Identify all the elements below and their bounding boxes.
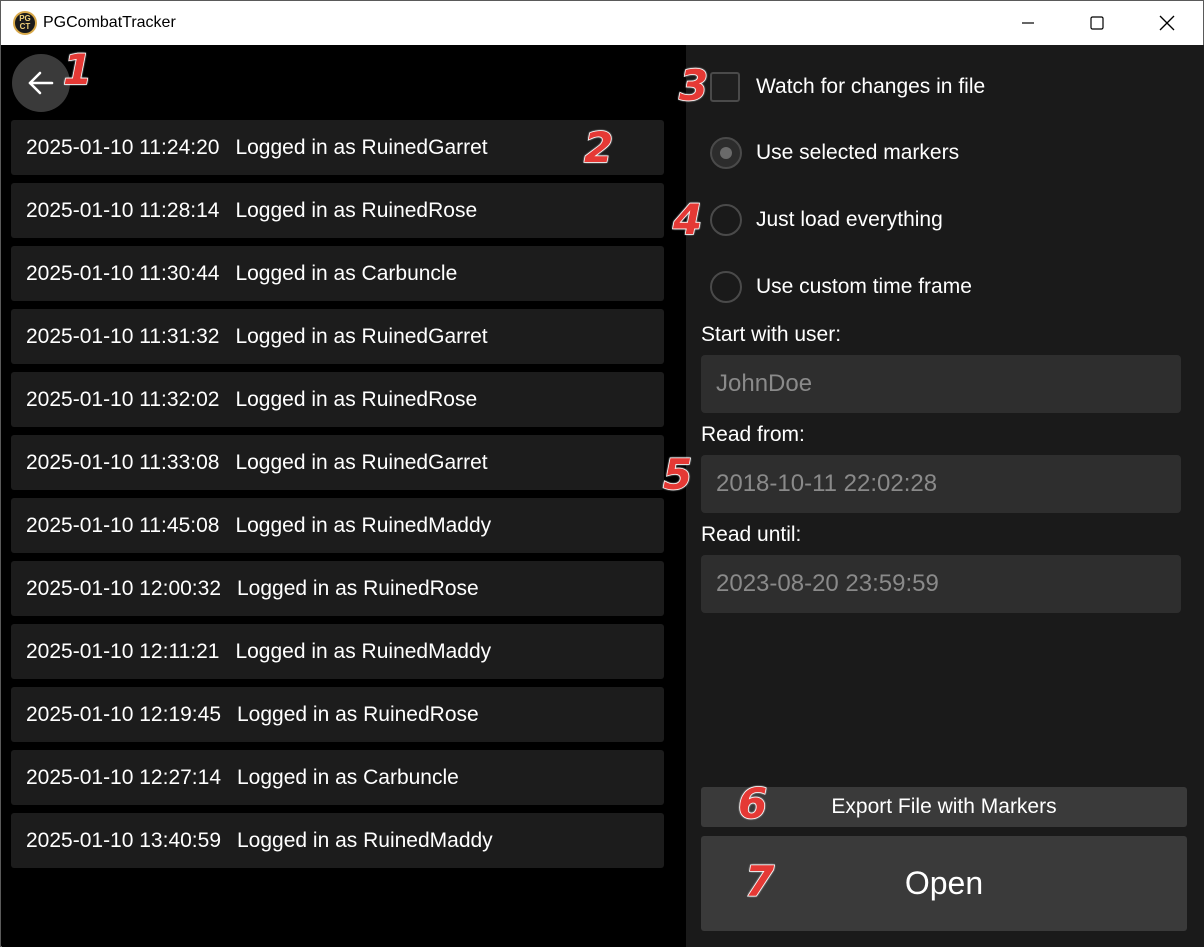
close-icon — [1159, 15, 1175, 31]
app-logo-icon: PG CT — [13, 11, 37, 35]
login-timestamp: 2025-01-10 11:28:14 — [26, 198, 220, 222]
open-label: Open — [904, 865, 984, 901]
annotation-number: 7 — [744, 857, 775, 906]
login-list-item[interactable]: 2025-01-10 12:00:32 Logged in as RuinedRo… — [11, 561, 664, 616]
login-timestamp: 2025-01-10 11:32:02 — [26, 387, 220, 411]
read-until-input[interactable] — [701, 555, 1181, 613]
annotation-number: 5 — [662, 450, 693, 499]
minimize-icon — [1022, 22, 1034, 24]
radio-custom-time-label: Use custom time frame — [756, 275, 972, 298]
login-text: Logged in as RuinedGarret — [235, 450, 488, 474]
annotation-number: 2 — [583, 123, 614, 172]
login-list-panel: 2025-01-10 11:24:20 Logged in as RuinedGa… — [2, 45, 686, 947]
login-text: Logged in as RuinedMaddy — [237, 828, 493, 852]
login-list-item[interactable]: 2025-01-10 12:27:14 Logged in as Carbuncl… — [11, 750, 664, 805]
login-text: Logged in as RuinedRose — [235, 387, 478, 411]
login-list-item[interactable]: 2025-01-10 11:30:44 Logged in as Carbuncl… — [11, 246, 664, 301]
login-text: Logged in as RuinedRose — [237, 576, 479, 600]
login-list-item[interactable]: 2025-01-10 11:28:14 Logged in as RuinedRo… — [11, 183, 664, 238]
login-text: Logged in as RuinedRose — [235, 198, 478, 222]
annotation-number: 3 — [678, 61, 709, 110]
login-list-item[interactable]: 2025-01-10 12:19:45 Logged in as RuinedRo… — [11, 687, 664, 742]
radio-use-custom-time-frame[interactable]: Use custom time frame — [710, 271, 972, 303]
export-file-button[interactable]: Export File with Markers — [701, 787, 1187, 827]
login-text: Logged in as RuinedMaddy — [235, 639, 492, 663]
watch-file-checkbox-row[interactable]: Watch for changes in file — [710, 72, 985, 102]
login-text: Logged in as Carbuncle — [235, 261, 458, 285]
login-list: 2025-01-10 11:24:20 Logged in as RuinedGa… — [11, 120, 664, 876]
window-title: PGCombatTracker — [43, 14, 176, 31]
close-button[interactable] — [1144, 1, 1190, 45]
login-list-item[interactable]: 2025-01-10 12:11:21 Logged in as RuinedMa… — [11, 624, 664, 679]
login-list-item[interactable]: 2025-01-10 11:32:02 Logged in as RuinedRo… — [11, 372, 664, 427]
annotation-number: 1 — [62, 45, 93, 94]
annotation-number: 6 — [737, 779, 768, 828]
login-text: Logged in as RuinedGarret — [235, 324, 488, 348]
export-file-label: Export File with Markers — [831, 795, 1057, 818]
login-list-item[interactable]: 2025-01-10 11:24:20 Logged in as RuinedGa… — [11, 120, 664, 175]
login-timestamp: 2025-01-10 11:33:08 — [26, 450, 220, 474]
login-timestamp: 2025-01-10 12:19:45 — [26, 702, 221, 726]
app-window: PG CT PGCombatTracker 2025-01-10 11:24:20… — [0, 0, 1204, 947]
read-from-input[interactable] — [701, 455, 1181, 513]
login-timestamp: 2025-01-10 12:27:14 — [26, 765, 221, 789]
login-timestamp: 2025-01-10 11:24:20 — [26, 135, 220, 159]
annotation-number: 4 — [672, 195, 703, 244]
read-from-label: Read from: — [701, 423, 805, 446]
maximize-icon — [1090, 16, 1104, 30]
login-text: Logged in as RuinedRose — [237, 702, 479, 726]
maximize-button[interactable] — [1074, 1, 1120, 45]
login-list-item[interactable]: 2025-01-10 13:40:59 Logged in as RuinedMa… — [11, 813, 664, 868]
login-list-item[interactable]: 2025-01-10 11:31:32 Logged in as RuinedGa… — [11, 309, 664, 364]
start-user-label: Start with user: — [701, 323, 842, 346]
read-until-label: Read until: — [701, 523, 802, 546]
minimize-button[interactable] — [1005, 1, 1051, 45]
radio-selected-markers-button[interactable] — [710, 137, 742, 169]
watch-file-checkbox[interactable] — [710, 72, 740, 102]
login-timestamp: 2025-01-10 11:45:08 — [26, 513, 220, 537]
back-arrow-icon — [28, 71, 54, 95]
radio-use-selected-markers[interactable]: Use selected markers — [710, 137, 959, 169]
login-text: Logged in as RuinedMaddy — [235, 513, 492, 537]
login-list-item[interactable]: 2025-01-10 11:33:08 Logged in as RuinedGa… — [11, 435, 664, 490]
radio-custom-time-button[interactable] — [710, 271, 742, 303]
title-bar: PG CT PGCombatTracker — [1, 1, 1203, 45]
radio-selected-markers-label: Use selected markers — [756, 141, 960, 164]
login-text: Logged in as RuinedGarret — [235, 135, 488, 159]
radio-just-load-everything[interactable]: Just load everything — [710, 204, 943, 236]
login-timestamp: 2025-01-10 12:00:32 — [26, 576, 221, 600]
watch-file-label: Watch for changes in file — [756, 75, 986, 98]
start-user-input[interactable] — [701, 355, 1181, 413]
login-timestamp: 2025-01-10 12:11:21 — [26, 639, 220, 663]
back-button[interactable] — [12, 54, 70, 112]
radio-load-everything-button[interactable] — [710, 204, 742, 236]
login-timestamp: 2025-01-10 11:31:32 — [26, 324, 220, 348]
login-timestamp: 2025-01-10 13:40:59 — [26, 828, 221, 852]
login-timestamp: 2025-01-10 11:30:44 — [26, 261, 220, 285]
login-list-item[interactable]: 2025-01-10 11:45:08 Logged in as RuinedMa… — [11, 498, 664, 553]
radio-load-everything-label: Just load everything — [756, 208, 943, 231]
login-text: Logged in as Carbuncle — [237, 765, 459, 789]
